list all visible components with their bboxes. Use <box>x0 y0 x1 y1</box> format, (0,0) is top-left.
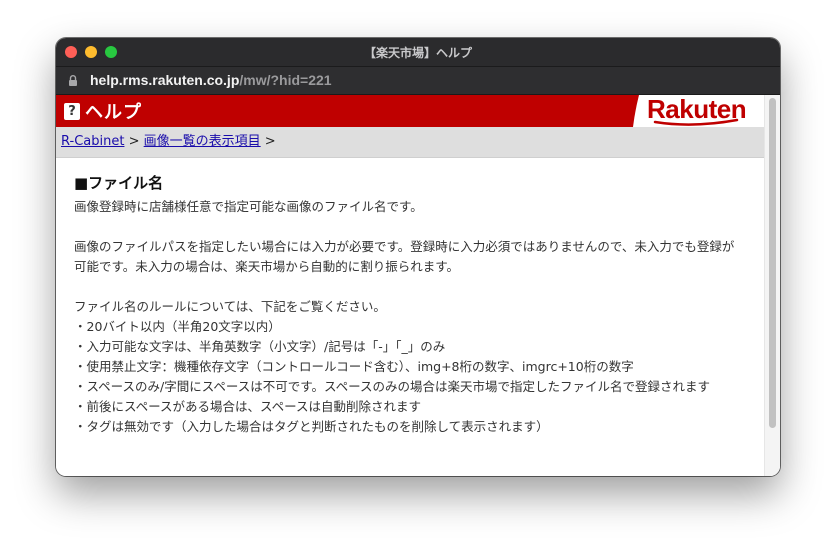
url-text[interactable]: help.rms.rakuten.co.jp/mw/?hid=221 <box>90 72 332 88</box>
help-title: ヘルプ <box>85 102 142 123</box>
rakuten-logo-text: Rakuten <box>647 94 747 124</box>
address-bar[interactable]: help.rms.rakuten.co.jp/mw/?hid=221 <box>56 67 780 95</box>
rule-item: ・使用禁止文字：機種依存文字（コントロールコード含む）、img+8桁の数字、im… <box>74 359 634 374</box>
rakuten-logo[interactable]: Rakuten <box>633 94 765 127</box>
page-viewport: ? ヘルプ Rakuten R-Cabinet > 画像一覧の表示項目 > ■フ… <box>56 94 780 476</box>
title-bar: 【楽天市場】ヘルプ <box>56 38 780 67</box>
breadcrumb-link-r-cabinet[interactable]: R-Cabinet <box>61 134 124 149</box>
breadcrumb-separator: > <box>264 134 276 149</box>
article-paragraph: 画像登録時に店舗様任意で指定可能な画像のファイル名です。 <box>74 199 423 214</box>
article-content: ■ファイル名 画像登録時に店舗様任意で指定可能な画像のファイル名です。 画像のフ… <box>56 158 765 437</box>
article-paragraph: 画像のファイルパスを指定したい場合には入力が必要です。登録時に入力必須ではありま… <box>74 239 735 274</box>
rules-intro: ファイル名のルールについては、下記をご覧ください。 <box>74 299 386 314</box>
rule-item: ・スペースのみ/字間にスペースは不可です。スペースのみの場合は楽天市場で指定した… <box>74 379 710 394</box>
vertical-scrollbar[interactable] <box>764 95 780 476</box>
browser-window: 【楽天市場】ヘルプ help.rms.rakuten.co.jp/mw/?hid… <box>56 38 780 476</box>
breadcrumb-separator: > <box>128 134 140 149</box>
article-heading: ■ファイル名 <box>74 174 164 192</box>
breadcrumb: R-Cabinet > 画像一覧の表示項目 > <box>56 127 765 158</box>
rule-item: ・前後にスペースがある場合は、スペースは自動削除されます <box>74 399 422 414</box>
help-header: ? ヘルプ Rakuten <box>56 94 780 127</box>
rule-item: ・入力可能な文字は、半角英数字（小文字）/記号は「-」「_」のみ <box>74 339 446 354</box>
scrollbar-thumb[interactable] <box>769 98 776 428</box>
help-question-icon: ? <box>64 103 80 120</box>
rules-list: ・20バイト以内（半角20文字以内） ・入力可能な文字は、半角英数字（小文字）/… <box>74 317 745 437</box>
rule-item: ・20バイト以内（半角20文字以内） <box>74 319 281 334</box>
url-domain: help.rms.rakuten.co.jp <box>90 72 240 88</box>
breadcrumb-link-image-list[interactable]: 画像一覧の表示項目 <box>144 134 261 149</box>
lock-icon <box>69 75 77 86</box>
url-path: /mw/?hid=221 <box>239 72 332 88</box>
window-title: 【楽天市場】ヘルプ <box>363 46 472 60</box>
rule-item: ・タグは無効です（入力した場合はタグと判断されたものを削除して表示されます） <box>74 419 549 434</box>
